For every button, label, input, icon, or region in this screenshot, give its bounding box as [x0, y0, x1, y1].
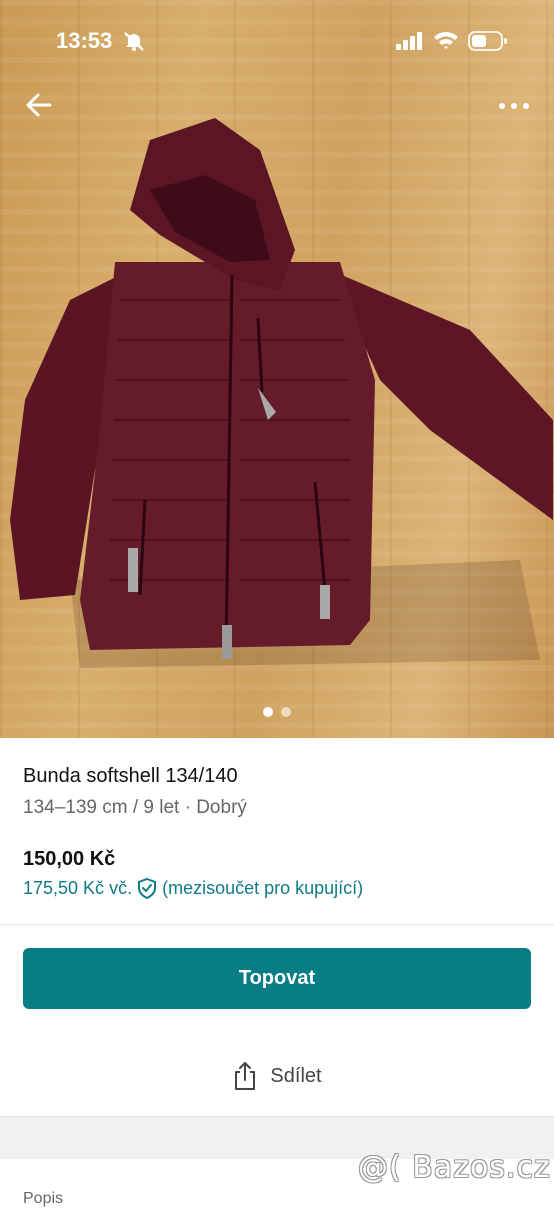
photo-pagination[interactable]: [0, 704, 554, 722]
share-label: Sdílet: [270, 1064, 322, 1087]
buyer-price: 175,50 Kč vč.: [23, 877, 133, 898]
page-dot-active[interactable]: [262, 707, 273, 717]
description-heading: Popis: [23, 1190, 64, 1207]
listing-price: 150,00 Kč: [23, 848, 116, 870]
listing-title: Bunda softshell 134/140: [23, 765, 238, 787]
listing-subtitle: 134–139 cm / 9 let · Dobrý: [23, 797, 247, 818]
buyer-note: (mezisoučet pro kupující): [162, 877, 364, 898]
share-button[interactable]: Sdílet: [0, 1056, 554, 1096]
more-options-icon[interactable]: [494, 94, 534, 118]
listing-photo[interactable]: [0, 0, 554, 738]
status-bar: 13:53: [0, 0, 554, 84]
status-time: 13:53: [56, 28, 113, 53]
bazos-watermark: @( Bazos.cz: [358, 1150, 551, 1185]
divider: [0, 924, 554, 925]
bell-muted-icon: [124, 32, 144, 51]
wifi-icon: [434, 32, 458, 49]
shield-check-icon: [138, 877, 157, 899]
promote-button[interactable]: Topovat: [23, 948, 531, 1009]
jacket-image: [10, 118, 553, 668]
buyer-price-link[interactable]: 175,50 Kč vč. (mezisoučet pro kupující): [23, 877, 363, 899]
page-dot[interactable]: [281, 707, 292, 717]
cellular-signal-icon: [396, 32, 422, 50]
share-icon: [235, 1062, 256, 1090]
battery-icon: [468, 31, 507, 51]
back-arrow-icon[interactable]: [24, 90, 54, 120]
